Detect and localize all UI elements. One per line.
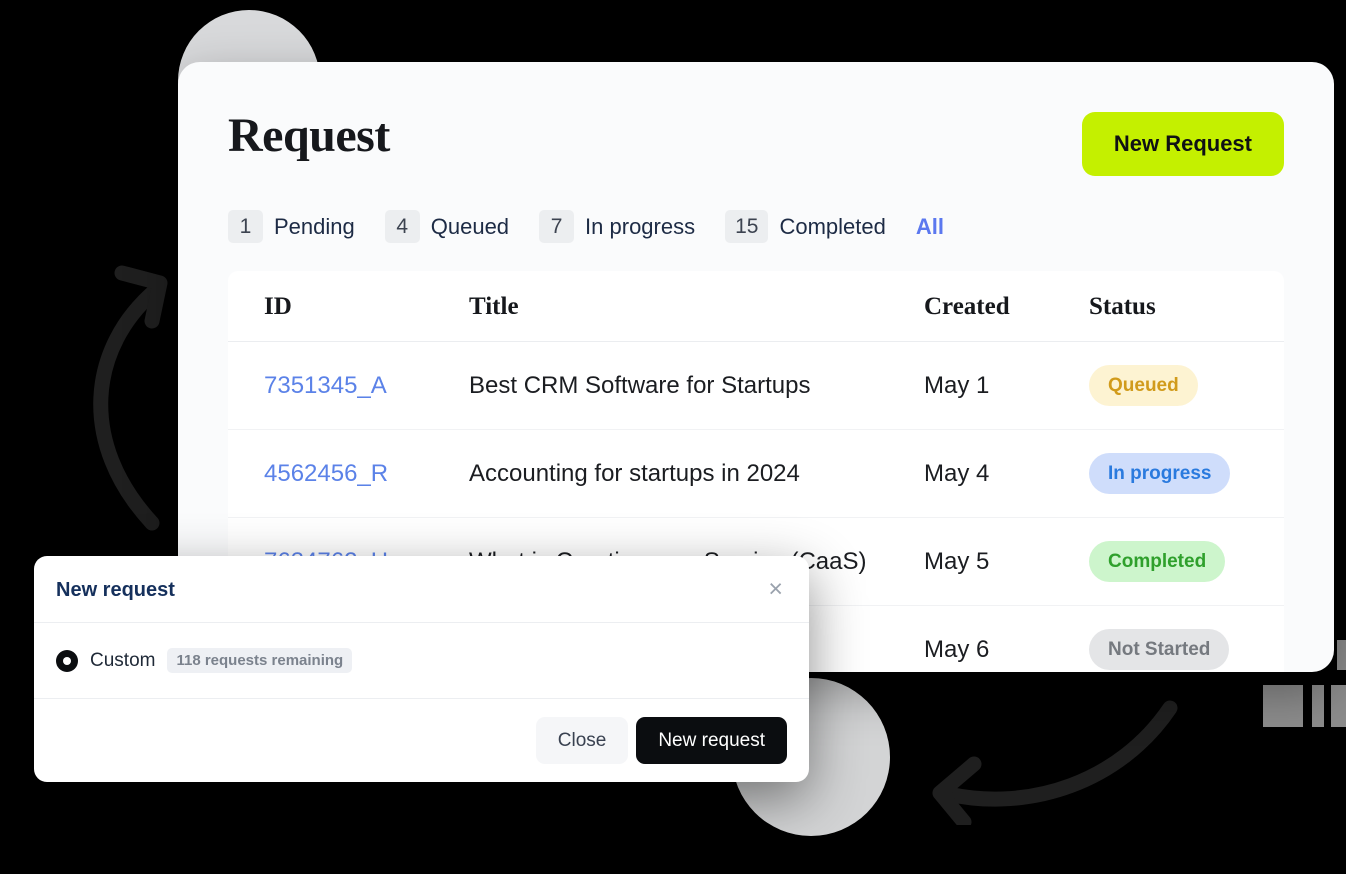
tab-queued-label: Queued — [430, 213, 510, 239]
cell-status: In progress — [1089, 429, 1284, 519]
request-id-link[interactable]: 4562456_R — [264, 460, 388, 487]
table-header-row: ID Title Created Status — [228, 271, 1284, 343]
tab-pending-count: 1 — [228, 210, 263, 244]
deco-bar-2 — [1312, 685, 1324, 727]
tab-in-progress[interactable]: 7 In progress — [539, 210, 696, 244]
card-header: Request New Request — [178, 62, 1334, 176]
cell-created: May 6 — [924, 635, 990, 663]
modal-body: Custom 118 requests remaining — [34, 623, 809, 699]
modal-footer: Close New request — [34, 699, 809, 782]
close-icon[interactable]: × — [764, 577, 787, 602]
tab-pending[interactable]: 1 Pending — [228, 210, 355, 244]
tab-in-progress-label: In progress — [585, 213, 696, 239]
close-button[interactable]: Close — [535, 717, 629, 764]
deco-bar-3 — [1331, 685, 1346, 727]
status-badge: Queued — [1089, 365, 1198, 407]
option-custom[interactable]: Custom 118 requests remaining — [56, 648, 787, 673]
radio-selected-icon[interactable] — [56, 649, 78, 672]
tab-queued-count: 4 — [384, 210, 420, 244]
tab-pending-label: Pending — [274, 213, 355, 239]
cell-created: May 5 — [924, 517, 1089, 607]
cell-id: 4562456_R — [228, 429, 469, 519]
filter-tabs: 1 Pending 4 Queued 7 In progress 15 Comp… — [178, 176, 1334, 244]
cell-status: Queued — [1089, 341, 1284, 431]
page-title: Request — [228, 109, 390, 162]
table-head: ID Title Created Status — [228, 271, 1284, 343]
column-header-id: ID — [228, 271, 469, 343]
cell-title: Best CRM Software for Startups — [469, 341, 924, 431]
option-custom-label: Custom — [90, 650, 156, 671]
requests-remaining-badge: 118 requests remaining — [167, 648, 353, 673]
cell-created: May 4 — [924, 429, 1089, 519]
tab-completed[interactable]: 15 Completed — [725, 210, 886, 244]
status-badge: Not Started — [1089, 629, 1230, 671]
submit-new-request-button[interactable]: New request — [636, 717, 787, 764]
tab-in-progress-count: 7 — [539, 210, 575, 244]
column-header-title: Title — [469, 271, 924, 343]
new-request-modal: New request × Custom 118 requests remain… — [34, 556, 809, 782]
cell-id: 7351345_A — [228, 341, 469, 431]
curved-arrow-up-right-icon — [60, 255, 180, 545]
cell-title: Accounting for startups in 2024 — [469, 429, 924, 519]
column-header-status: Status — [1089, 271, 1284, 343]
deco-bar-4 — [1337, 640, 1346, 670]
modal-title: New request — [56, 578, 175, 601]
curved-arrow-left-icon — [920, 690, 1190, 825]
table-row[interactable]: 4562456_R Accounting for startups in 202… — [228, 429, 1284, 519]
request-id-link[interactable]: 7351345_A — [264, 372, 387, 399]
tab-completed-count: 15 — [725, 210, 769, 244]
tab-completed-label: Completed — [779, 213, 886, 239]
status-badge: Completed — [1089, 541, 1226, 583]
cell-status: Not Started — [1089, 606, 1284, 672]
column-header-created: Created — [924, 271, 1089, 343]
tab-all[interactable]: All — [916, 215, 944, 238]
tab-queued[interactable]: 4 Queued — [384, 210, 510, 244]
table-row[interactable]: 7351345_A Best CRM Software for Startups… — [228, 341, 1284, 431]
deco-bar-1 — [1263, 685, 1303, 727]
new-request-button[interactable]: New Request — [1081, 112, 1284, 176]
status-badge: In progress — [1089, 453, 1231, 495]
cell-status: Completed — [1089, 517, 1284, 607]
modal-header: New request × — [34, 556, 809, 623]
cell-created: May 1 — [924, 341, 1089, 431]
